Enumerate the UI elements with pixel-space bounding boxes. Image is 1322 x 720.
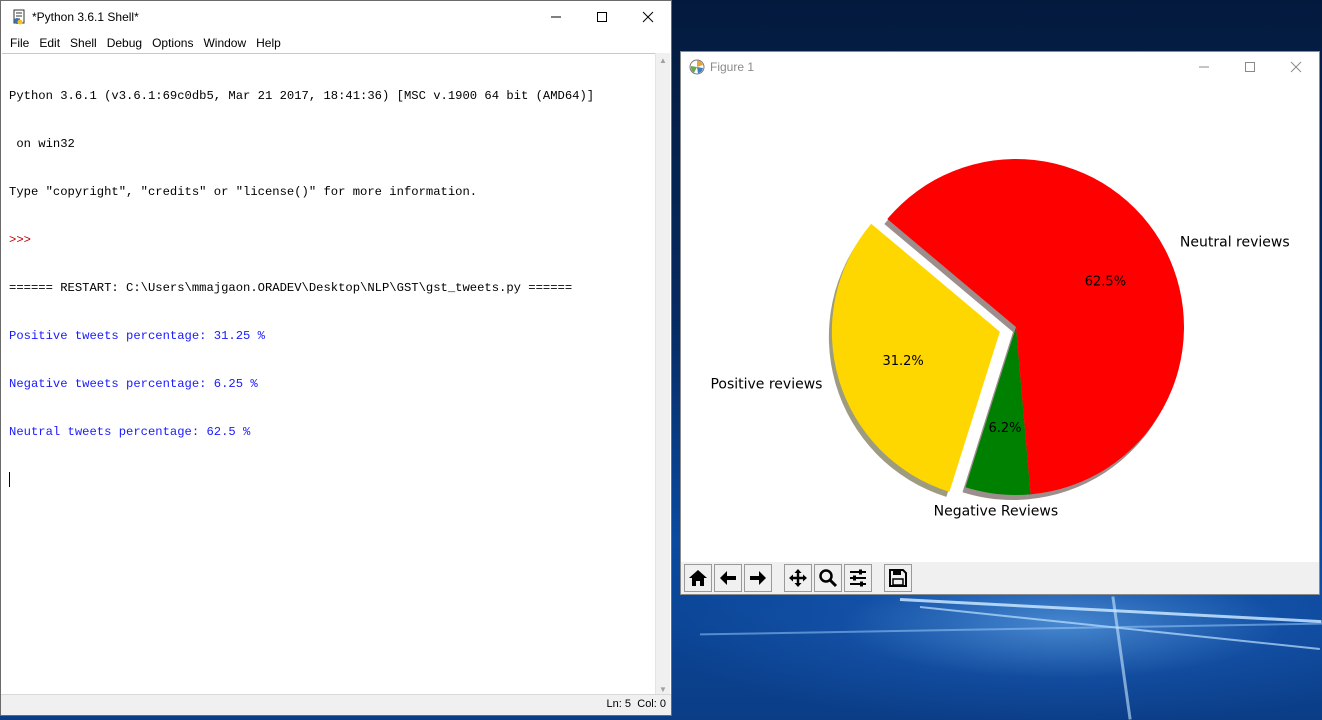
minimize-button[interactable] <box>533 1 579 33</box>
pan-icon <box>789 569 807 587</box>
pan-button[interactable] <box>784 564 812 592</box>
figure-minimize-button[interactable] <box>1181 52 1227 82</box>
figure-canvas[interactable]: 31.2% Positive reviews 6.2% Negative Review… <box>681 82 1319 562</box>
figure-toolbar <box>681 562 1319 594</box>
zoom-button[interactable] <box>814 564 842 592</box>
idle-menu-bar: File Edit Shell Debug Options Window Hel… <box>1 33 671 53</box>
menu-window[interactable]: Window <box>198 33 251 53</box>
status-line-number: Ln: 5 <box>606 698 631 710</box>
menu-options[interactable]: Options <box>147 33 198 53</box>
text-cursor <box>9 472 10 487</box>
figure-window-title: Figure 1 <box>710 60 755 74</box>
menu-help[interactable]: Help <box>251 33 286 53</box>
home-button[interactable] <box>684 564 712 592</box>
menu-debug[interactable]: Debug <box>102 33 147 53</box>
pie-category-label: Neutral reviews <box>1180 235 1290 251</box>
shell-line: Type "copyright", "credits" or "license(… <box>9 185 478 199</box>
pie-percent-label: 62.5% <box>1085 274 1126 289</box>
pie-chart: 31.2% Positive reviews 6.2% Negative Review… <box>710 159 1290 520</box>
scroll-up-icon[interactable]: ▲ <box>656 53 670 67</box>
figure-window[interactable]: Figure 1 31.2% Positive reviews 6.2% Negati… <box>680 51 1320 595</box>
pie-percent-label: 6.2% <box>989 421 1022 436</box>
idle-title-bar[interactable]: *Python 3.6.1 Shell* <box>1 1 671 33</box>
maximize-icon <box>597 12 607 22</box>
shell-line: on win32 <box>9 137 75 151</box>
configure-subplots-button[interactable] <box>844 564 872 592</box>
shell-text-area[interactable]: Python 3.6.1 (v3.6.1:69c0db5, Mar 21 201… <box>2 53 657 696</box>
status-bar: Ln: 5 Col: 0 <box>1 694 671 715</box>
menu-edit[interactable]: Edit <box>34 33 65 53</box>
shell-prompt: >>> <box>9 233 39 247</box>
idle-window-title: *Python 3.6.1 Shell* <box>32 10 139 24</box>
configure-subplots-icon <box>850 569 866 587</box>
figure-close-button[interactable] <box>1273 52 1319 82</box>
matplotlib-logo-icon <box>689 59 705 75</box>
idle-app-icon <box>13 9 25 25</box>
shell-output-line: Positive tweets percentage: 31.25 % <box>9 329 265 343</box>
pie-category-label: Negative Reviews <box>934 504 1059 520</box>
pie-category-label: Positive reviews <box>710 376 822 392</box>
maximize-button[interactable] <box>579 1 625 33</box>
forward-button[interactable] <box>744 564 772 592</box>
shell-output-line: Negative tweets percentage: 6.25 % <box>9 377 258 391</box>
back-arrow-icon <box>720 571 736 585</box>
home-icon <box>689 570 707 586</box>
idle-shell-window[interactable]: *Python 3.6.1 Shell* File Edit Shell Deb… <box>0 0 672 716</box>
minimize-icon <box>1199 66 1209 68</box>
back-button[interactable] <box>714 564 742 592</box>
status-column-number: Col: 0 <box>637 698 666 710</box>
pie-percent-label: 31.2% <box>882 354 923 369</box>
save-button[interactable] <box>884 564 912 592</box>
shell-output-line: Neutral tweets percentage: 62.5 % <box>9 425 251 439</box>
shell-restart-line: ====== RESTART: C:\Users\mmajgaon.ORADEV… <box>9 281 573 295</box>
vertical-scrollbar[interactable]: ▲ ▼ <box>655 53 670 696</box>
shell-input-line[interactable] <box>9 472 657 488</box>
figure-maximize-button[interactable] <box>1227 52 1273 82</box>
shell-line: Python 3.6.1 (v3.6.1:69c0db5, Mar 21 201… <box>9 89 595 103</box>
close-icon <box>642 11 654 23</box>
forward-arrow-icon <box>750 571 766 585</box>
save-icon <box>889 569 907 587</box>
close-button[interactable] <box>625 1 671 33</box>
menu-shell[interactable]: Shell <box>65 33 102 53</box>
zoom-icon <box>819 569 838 588</box>
figure-title-bar[interactable]: Figure 1 <box>681 52 1319 82</box>
minimize-icon <box>551 16 561 18</box>
maximize-icon <box>1245 62 1255 72</box>
close-icon <box>1290 61 1302 73</box>
menu-file[interactable]: File <box>5 33 34 53</box>
